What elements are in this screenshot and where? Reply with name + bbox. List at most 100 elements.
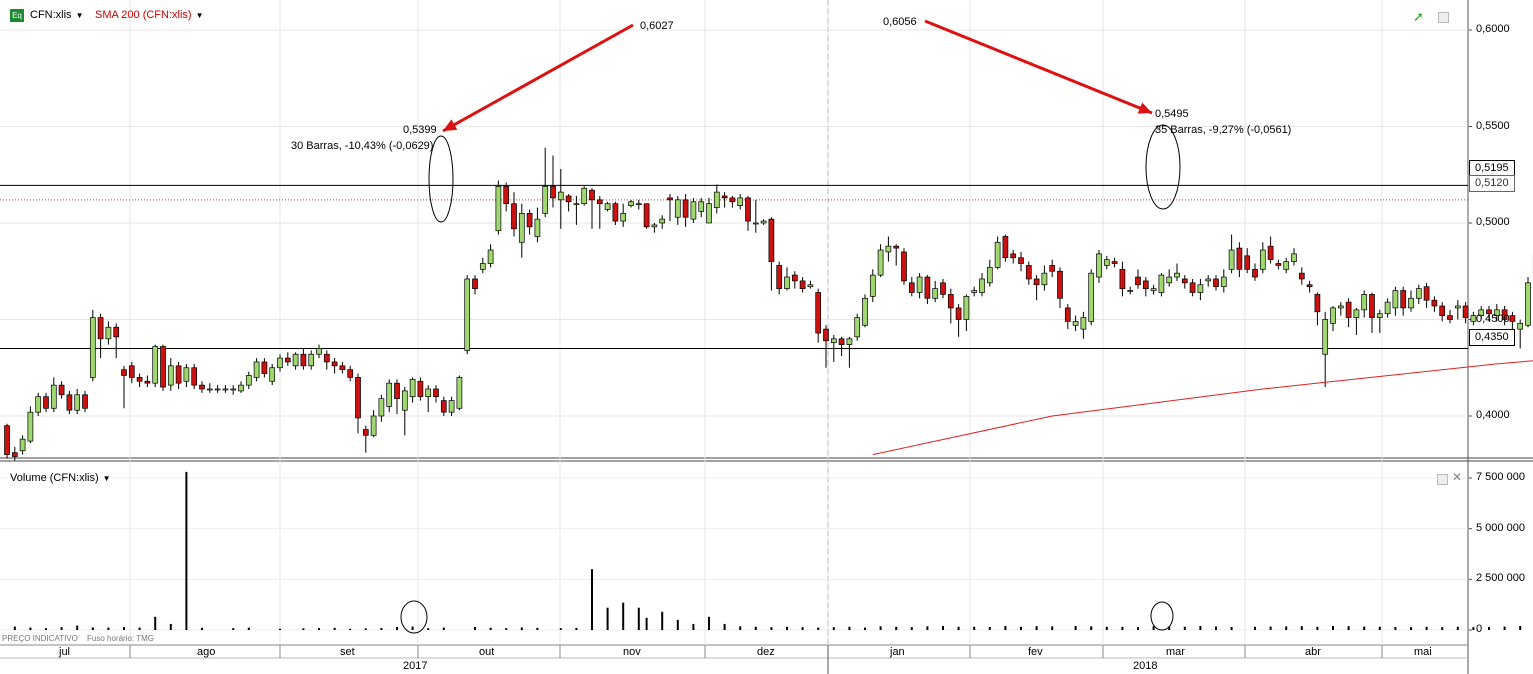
candle-body — [784, 276, 790, 289]
candle-body — [378, 398, 385, 417]
candle-body — [901, 251, 907, 282]
candle-body — [370, 415, 377, 436]
candle-body — [206, 388, 213, 391]
chevron-down-icon: ▼ — [102, 474, 111, 483]
candle-body — [550, 185, 556, 199]
ticker-selector[interactable]: CFN:xlis ▼ — [30, 9, 83, 21]
candle-body — [1057, 270, 1063, 299]
candle-body — [464, 278, 471, 351]
overlays — [400, 19, 1181, 634]
candle-body — [1376, 313, 1383, 318]
maximize-icon[interactable] — [1437, 474, 1448, 485]
candle-body — [144, 380, 151, 384]
candle-body — [245, 375, 252, 386]
candle-body — [1119, 268, 1126, 289]
x-tick-label: dez — [757, 646, 775, 658]
support-price-label: 0,4350 — [1469, 329, 1515, 346]
candle-body — [511, 203, 517, 230]
trend-up-icon[interactable]: ➚ — [1413, 9, 1424, 25]
candle-body — [994, 241, 1001, 268]
candle-body — [11, 452, 18, 457]
x-tick-label: mai — [1414, 646, 1432, 658]
candle-body — [43, 396, 49, 409]
volume-panel-selector[interactable]: Volume (CFN:xlis) ▼ — [10, 472, 111, 484]
candle-body — [612, 203, 619, 222]
candle-body — [581, 187, 588, 205]
candle-body — [986, 267, 993, 284]
candle-body — [893, 245, 900, 249]
candle-body — [1174, 272, 1180, 278]
candle-body — [1400, 290, 1407, 309]
candle-body — [1002, 236, 1009, 259]
candle-body — [308, 353, 315, 367]
indicator-selector[interactable]: SMA 200 (CFN:xlis) ▼ — [95, 9, 204, 21]
candle-body — [1158, 274, 1165, 293]
candle-body — [1259, 249, 1266, 270]
candle-body — [409, 378, 416, 398]
candle-body — [1454, 305, 1461, 309]
candle-body — [160, 346, 166, 388]
volume-tick-label: 2 500 000 — [1476, 572, 1525, 585]
candle-body — [1517, 323, 1524, 330]
y-tick-label: 0,5500 — [1476, 119, 1510, 132]
candle-body — [82, 394, 88, 409]
price-candles — [4, 147, 1533, 461]
x-tick-label: nov — [623, 646, 641, 658]
candle-body — [830, 338, 837, 344]
candle-body — [1322, 319, 1329, 355]
candle-body — [1080, 317, 1087, 330]
x-tick-label: out — [479, 646, 495, 658]
candle-body — [503, 185, 510, 205]
candle-body — [386, 382, 393, 407]
candle-body — [136, 377, 143, 382]
candle-body — [518, 213, 525, 243]
close-icon[interactable]: ✕ — [1452, 470, 1462, 484]
candle-body — [113, 326, 120, 338]
candle-body — [1228, 249, 1235, 270]
volume-bars — [13, 471, 1522, 630]
candle-body — [745, 197, 751, 222]
candle-body — [1423, 286, 1430, 301]
candle-body — [885, 245, 892, 253]
candle-body — [1361, 294, 1368, 311]
candle-body — [1447, 315, 1453, 320]
candle-body — [27, 411, 34, 442]
candle-body — [1096, 253, 1102, 278]
candle-body — [35, 396, 42, 413]
maximize-icon[interactable] — [1438, 12, 1449, 23]
candle-body — [682, 199, 689, 218]
candle-body — [1181, 278, 1188, 284]
candle-body — [284, 357, 291, 363]
candle-body — [175, 365, 182, 384]
peak-circle — [1145, 124, 1181, 210]
candle-body — [674, 199, 681, 218]
candle-body — [776, 265, 783, 289]
candle-body — [1462, 305, 1469, 318]
candle-body — [737, 197, 744, 206]
candle-body — [261, 361, 268, 374]
candle-body — [191, 367, 198, 386]
candle-body — [238, 384, 244, 392]
candle-body — [316, 348, 322, 355]
candle-body — [355, 377, 361, 419]
candle-body — [1166, 276, 1173, 284]
candle-body — [955, 307, 962, 320]
candle-body — [1010, 253, 1017, 259]
candle-body — [1337, 305, 1344, 309]
candle-body — [1267, 245, 1274, 261]
left-arrow-label: 0,6027 — [640, 20, 674, 32]
candle-body — [706, 203, 712, 224]
candle-body — [807, 284, 814, 288]
timezone-note: Fuso horário: TMG — [87, 634, 154, 643]
candle-body — [89, 317, 96, 378]
grid — [0, 0, 1533, 674]
candle-body — [214, 388, 221, 391]
footer-note: PREÇO INDICATIVO — [2, 634, 78, 643]
candle-body — [222, 388, 229, 391]
candle-body — [963, 295, 970, 320]
ticker-logo: Eq — [10, 9, 24, 22]
candle-body — [300, 353, 307, 367]
candle-body — [1439, 305, 1446, 316]
candle-body — [799, 280, 806, 289]
volume-panel-title: Volume (CFN:xlis) — [10, 472, 99, 484]
